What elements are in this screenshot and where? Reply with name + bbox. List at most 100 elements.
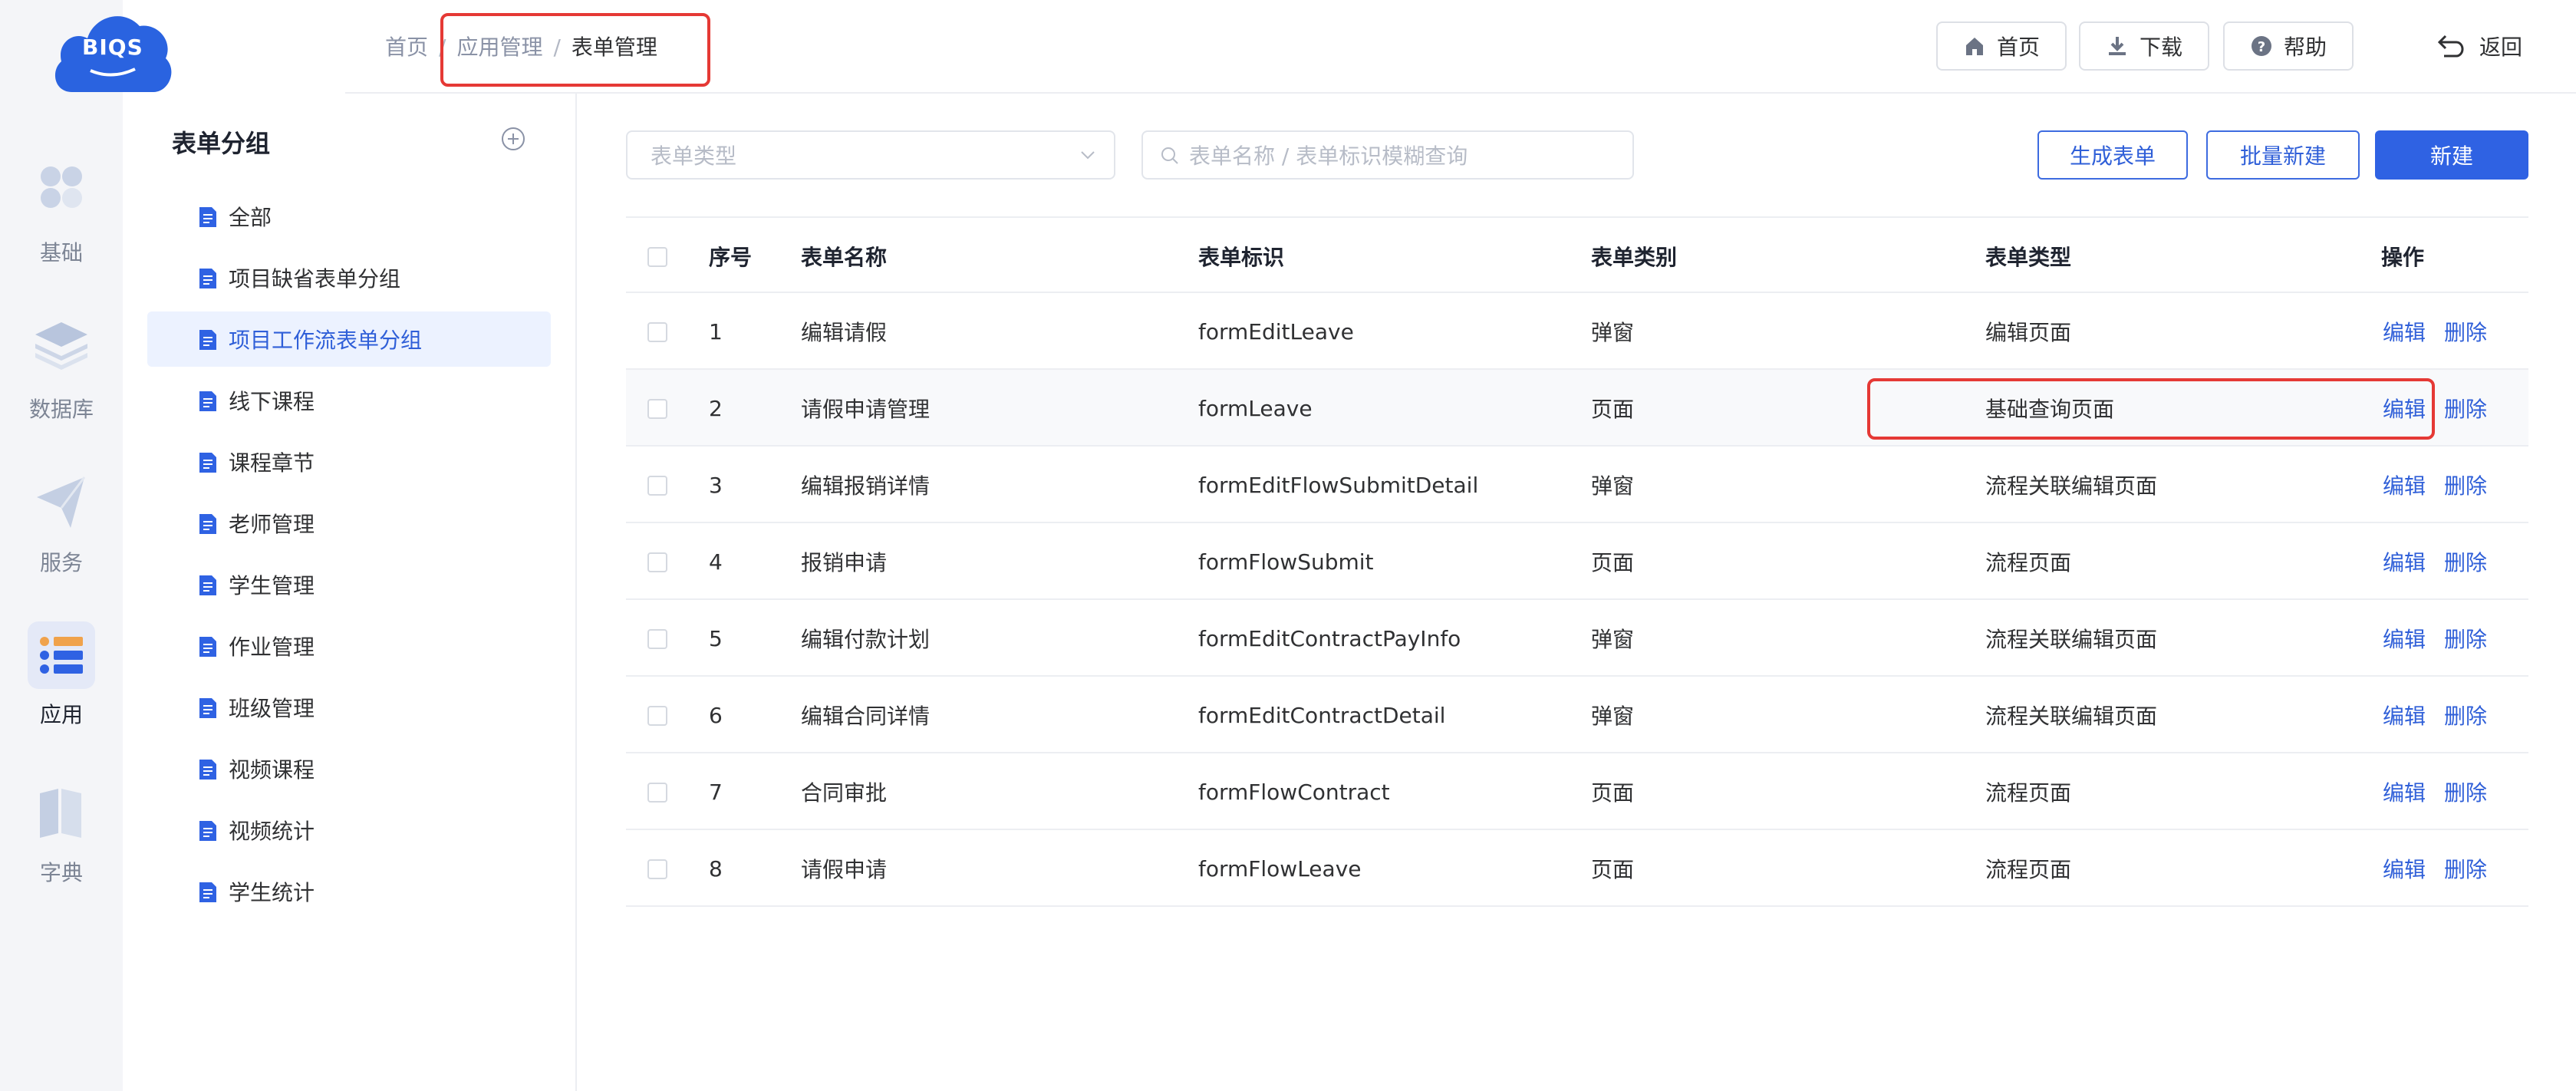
breadcrumb-home[interactable]: 首页 [385, 31, 428, 61]
document-icon [199, 269, 216, 288]
row-checkbox[interactable] [647, 706, 667, 726]
document-icon [199, 637, 216, 657]
group-item[interactable]: 项目工作流表单分组 [147, 311, 551, 367]
edit-link[interactable]: 编辑 [2383, 830, 2426, 907]
delete-link[interactable]: 删除 [2444, 370, 2487, 447]
main-content: 表单类型 表单名称 / 表单标识模糊查询 生成表单 批量新建 新建 序号 表单名… [577, 94, 2576, 1091]
home-button[interactable]: 首页 [1936, 21, 2067, 71]
table-row: 5 编辑付款计划 formEditContractPayInfo 弹窗 流程关联编辑页面… [626, 600, 2528, 677]
form-type-select[interactable]: 表单类型 [626, 130, 1115, 180]
row-id: formEditContractPayInfo [1198, 625, 1461, 651]
row-id: formFlowContract [1198, 779, 1390, 805]
row-index: 6 [709, 702, 723, 728]
chevron-down-icon [1081, 151, 1095, 160]
delete-link[interactable]: 删除 [2444, 447, 2487, 523]
rail-item-service[interactable]: 服务 [0, 470, 123, 585]
rail-label: 应用 [39, 702, 83, 727]
row-type: 流程关联编辑页面 [1985, 704, 2158, 729]
header-index: 序号 [709, 245, 753, 270]
group-item[interactable]: 老师管理 [147, 496, 551, 551]
group-item[interactable]: 课程章节 [147, 434, 551, 489]
row-checkbox[interactable] [647, 322, 667, 342]
table-row: 1 编辑请假 formEditLeave 弹窗 编辑页面 编辑 删除 [626, 293, 2528, 370]
group-item[interactable]: 作业管理 [147, 618, 551, 674]
row-category: 页面 [1591, 550, 1635, 575]
help-button[interactable]: ? 帮助 [2223, 21, 2354, 71]
new-form-button[interactable]: 新建 [2375, 130, 2528, 180]
row-type: 流程关联编辑页面 [1985, 627, 2158, 652]
table-row: 8 请假申请 formFlowLeave 页面 流程页面 编辑 删除 [626, 830, 2528, 907]
group-item[interactable]: 学生统计 [147, 864, 551, 919]
row-type: 流程页面 [1985, 550, 2072, 575]
row-checkbox[interactable] [647, 476, 667, 496]
select-all-checkbox[interactable] [647, 247, 667, 267]
row-id: formFlowSubmit [1198, 549, 1374, 575]
group-item[interactable]: 全部 [147, 189, 551, 244]
breadcrumb-highlight [440, 13, 710, 87]
document-icon [199, 453, 216, 473]
delete-link[interactable]: 删除 [2444, 600, 2487, 677]
document-icon [199, 760, 216, 780]
group-item[interactable]: 视频统计 [147, 803, 551, 858]
row-id: formEditLeave [1198, 318, 1354, 344]
download-button[interactable]: 下载 [2079, 21, 2209, 71]
back-button[interactable]: 返回 [2436, 21, 2522, 71]
group-item-label: 项目工作流表单分组 [229, 328, 423, 353]
row-index: 5 [709, 625, 723, 651]
group-item-label: 班级管理 [229, 696, 315, 721]
edit-link[interactable]: 编辑 [2383, 600, 2426, 677]
row-checkbox[interactable] [647, 783, 667, 803]
document-icon [199, 330, 216, 350]
rail-item-basic[interactable]: 基础 [0, 160, 123, 275]
nav-rail: BIQS 基础 数据库 服务 应用 字典 [0, 0, 172, 1091]
delete-link[interactable]: 删除 [2444, 830, 2487, 907]
group-item[interactable]: 线下课程 [147, 373, 551, 428]
row-id: formFlowLeave [1198, 855, 1362, 882]
group-item[interactable]: 班级管理 [147, 680, 551, 735]
table-row: 6 编辑合同详情 formEditContractDetail 弹窗 流程关联编辑页面 编… [626, 677, 2528, 753]
group-item-label: 视频课程 [229, 757, 315, 783]
group-item-label: 视频统计 [229, 819, 315, 844]
row-name: 请假申请管理 [801, 397, 931, 422]
group-item[interactable]: 视频课程 [147, 741, 551, 796]
edit-link[interactable]: 编辑 [2383, 447, 2426, 523]
rail-item-app[interactable]: 应用 [0, 621, 123, 737]
logo[interactable]: BIQS [51, 0, 175, 95]
edit-link[interactable]: 编辑 [2383, 293, 2426, 370]
group-item[interactable]: 项目缺省表单分组 [147, 250, 551, 305]
document-icon [199, 514, 216, 534]
back-button-label: 返回 [2479, 35, 2523, 60]
delete-link[interactable]: 删除 [2444, 677, 2487, 753]
delete-link[interactable]: 删除 [2444, 293, 2487, 370]
row-name: 编辑合同详情 [801, 704, 931, 729]
app-list-icon [40, 637, 83, 674]
rail-item-database[interactable]: 数据库 [0, 316, 123, 431]
row-category: 弹窗 [1591, 627, 1635, 652]
edit-link[interactable]: 编辑 [2383, 753, 2426, 830]
document-icon [199, 207, 216, 227]
row-checkbox[interactable] [647, 859, 667, 879]
add-group-icon[interactable] [500, 126, 526, 152]
rail-item-dictionary[interactable]: 字典 [0, 780, 123, 895]
row-index: 1 [709, 318, 723, 344]
group-item-label: 学生统计 [229, 880, 315, 905]
edit-link[interactable]: 编辑 [2383, 523, 2426, 600]
row-id: formEditFlowSubmitDetail [1198, 472, 1479, 498]
edit-link[interactable]: 编辑 [2383, 677, 2426, 753]
row-category: 页面 [1591, 780, 1635, 806]
row-checkbox[interactable] [647, 629, 667, 649]
generate-form-button[interactable]: 生成表单 [2037, 130, 2188, 180]
delete-link[interactable]: 删除 [2444, 523, 2487, 600]
batch-create-button[interactable]: 批量新建 [2206, 130, 2360, 180]
row-name: 报销申请 [801, 550, 888, 575]
groups-title: 表单分组 [172, 129, 271, 158]
row-checkbox[interactable] [647, 399, 667, 419]
group-item[interactable]: 学生管理 [147, 557, 551, 612]
rail-label: 服务 [39, 550, 83, 575]
search-input[interactable]: 表单名称 / 表单标识模糊查询 [1141, 130, 1634, 180]
row-id: formEditContractDetail [1198, 702, 1446, 728]
table-row: 3 编辑报销详情 formEditFlowSubmitDetail 弹窗 流程关联编辑页… [626, 447, 2528, 523]
delete-link[interactable]: 删除 [2444, 753, 2487, 830]
row-checkbox[interactable] [647, 552, 667, 572]
row-index: 4 [709, 549, 723, 575]
